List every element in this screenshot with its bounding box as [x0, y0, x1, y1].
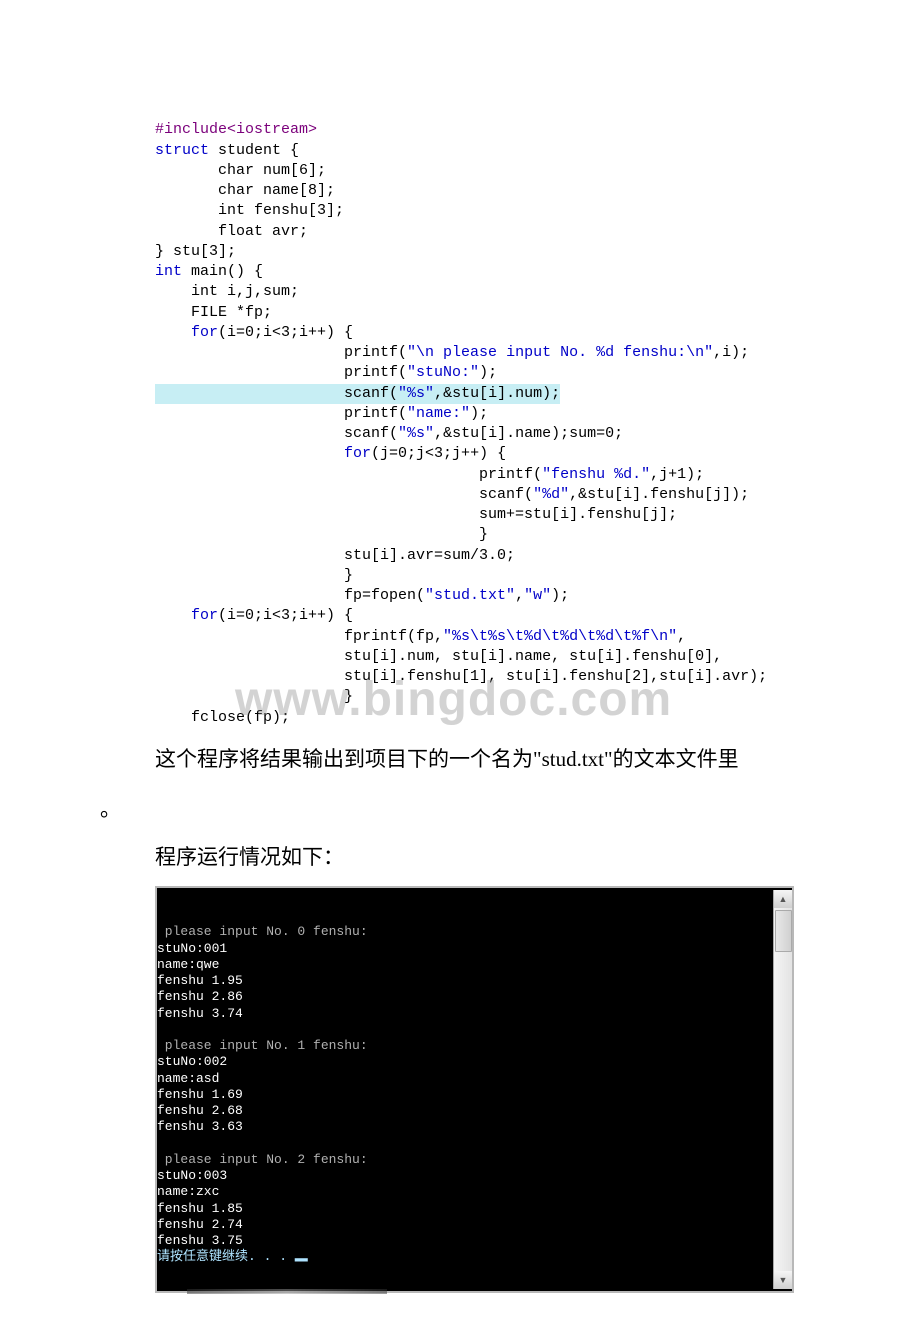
console-line: please input No. 1 fenshu:	[157, 1038, 368, 1053]
code-line: }	[155, 688, 353, 705]
code-line: }	[155, 526, 488, 543]
console-line: fenshu 2.86	[157, 989, 243, 1004]
code-token: student {	[209, 142, 299, 159]
scroll-thumb[interactable]	[775, 910, 792, 952]
code-string: "w"	[524, 587, 551, 604]
code-string: "\n please input No. %d fenshu:\n"	[407, 344, 713, 361]
console-line: please input No. 0 fenshu:	[157, 924, 368, 939]
code-line: int i,j,sum;	[155, 283, 299, 300]
code-token: (i=0;i<3;i++) {	[218, 607, 353, 624]
console-output: please input No. 0 fenshu: stuNo:001 nam…	[157, 888, 792, 1291]
code-token: scanf(	[155, 425, 398, 442]
code-token: ,	[677, 628, 686, 645]
code-token: #include	[155, 121, 227, 138]
code-token: int	[155, 263, 182, 280]
code-string: "%s\t%s\t%d\t%d\t%d\t%f\n"	[443, 628, 677, 645]
code-token: ,&stu[i].num);	[434, 385, 560, 402]
code-token: for	[155, 445, 371, 462]
console-line: 请按任意键继续. . . ▂	[157, 1249, 308, 1264]
code-line: }	[155, 567, 353, 584]
scroll-down-arrow-icon[interactable]: ▼	[774, 1271, 792, 1289]
period: 。	[100, 788, 820, 830]
code-token: (i=0;i<3;i++) {	[218, 324, 353, 341]
console-line: fenshu 1.95	[157, 973, 243, 988]
console-line: name:asd	[157, 1071, 219, 1086]
code-string: "%s"	[398, 425, 434, 442]
console-scrollbar[interactable]: ▲ ▼	[773, 890, 792, 1289]
console-line: fenshu 1.85	[157, 1201, 243, 1216]
code-token: ,	[515, 587, 524, 604]
code-string: "fenshu %d."	[542, 466, 650, 483]
code-string: "name:"	[407, 405, 470, 422]
code-string: "%s"	[398, 385, 434, 402]
code-line: int fenshu[3];	[155, 202, 344, 219]
code-token: printf(	[155, 466, 542, 483]
console-line: name:zxc	[157, 1184, 219, 1199]
code-line: stu[i].avr=sum/3.0;	[155, 547, 515, 564]
console-line: fenshu 3.74	[157, 1006, 243, 1021]
console-line: please input No. 2 fenshu:	[157, 1152, 368, 1167]
console-line: fenshu 2.74	[157, 1217, 243, 1232]
code-line: sum+=stu[i].fenshu[j];	[155, 506, 677, 523]
scroll-up-arrow-icon[interactable]: ▲	[774, 890, 792, 908]
code-line: char name[8];	[155, 182, 335, 199]
description-paragraph: 这个程序将结果输出到项目下的一个名为"stud.txt"的文本文件里	[155, 738, 820, 780]
highlighted-line: scanf("%s",&stu[i].num);	[155, 384, 560, 404]
code-token: for	[155, 607, 218, 624]
code-line: FILE *fp;	[155, 304, 272, 321]
console-line: fenshu 2.68	[157, 1103, 243, 1118]
code-token: );	[470, 405, 488, 422]
console-line: stuNo:001	[157, 941, 227, 956]
code-line: fclose(fp);	[155, 709, 290, 726]
code-token: printf(	[155, 405, 407, 422]
code-token: (j=0;j<3;j++) {	[371, 445, 506, 462]
code-line: float avr;	[155, 223, 308, 240]
code-line: stu[i].num, stu[i].name, stu[i].fenshu[0…	[155, 648, 722, 665]
code-token: printf(	[155, 344, 407, 361]
code-token: ,&stu[i].fenshu[j]);	[569, 486, 749, 503]
console-line: stuNo:002	[157, 1054, 227, 1069]
source-code-block: #include<iostream> struct student { char…	[155, 100, 820, 728]
code-token: fprintf(fp,	[155, 628, 443, 645]
code-string: "stud.txt"	[425, 587, 515, 604]
code-token: for	[155, 324, 218, 341]
console-window: please input No. 0 fenshu: stuNo:001 nam…	[155, 886, 794, 1293]
code-token: ,i);	[713, 344, 749, 361]
code-token: <iostream>	[227, 121, 317, 138]
console-line: stuNo:003	[157, 1168, 227, 1183]
run-caption: 程序运行情况如下：	[155, 836, 820, 878]
code-token: printf(	[155, 364, 407, 381]
code-token: main() {	[182, 263, 263, 280]
code-token: );	[479, 364, 497, 381]
code-token: );	[551, 587, 569, 604]
code-string: "%d"	[533, 486, 569, 503]
code-token: scanf(	[155, 486, 533, 503]
code-token: ,j+1);	[650, 466, 704, 483]
code-token: struct	[155, 142, 209, 159]
console-line: name:qwe	[157, 957, 219, 972]
code-string: "stuNo:"	[407, 364, 479, 381]
code-line: stu[i].fenshu[1], stu[i].fenshu[2],stu[i…	[155, 668, 767, 685]
code-token: scanf(	[155, 385, 398, 402]
console-line: fenshu 3.63	[157, 1119, 243, 1134]
code-token: ,&stu[i].name);sum=0;	[434, 425, 623, 442]
code-token: fp=fopen(	[155, 587, 425, 604]
code-line: char num[6];	[155, 162, 326, 179]
code-line: } stu[3];	[155, 243, 236, 260]
console-line: fenshu 1.69	[157, 1087, 243, 1102]
console-line: fenshu 3.75	[157, 1233, 243, 1248]
